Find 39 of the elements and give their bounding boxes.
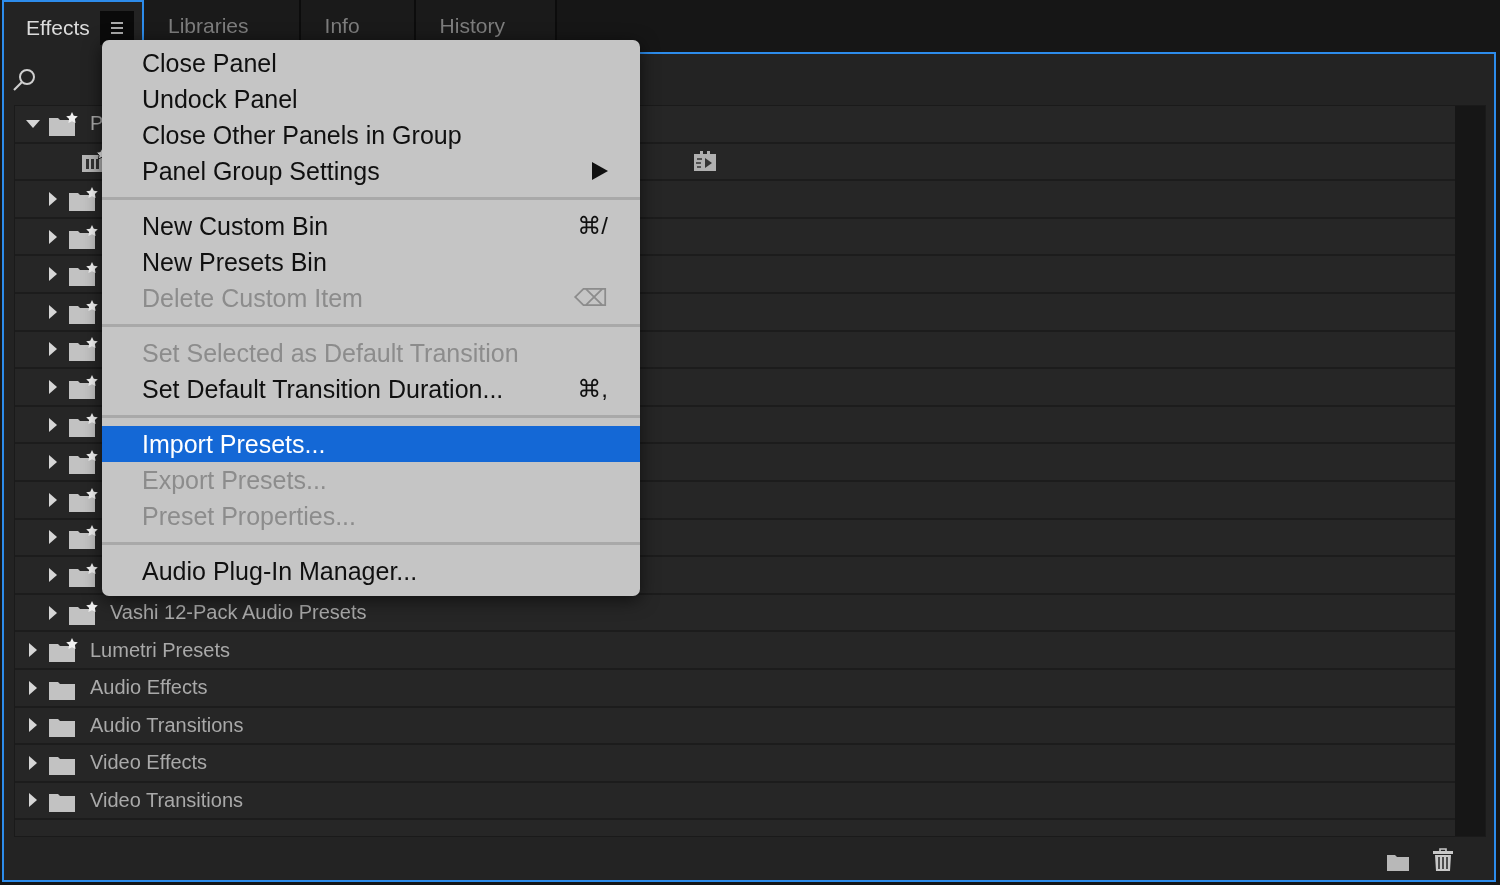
tree-item-label[interactable]: P xyxy=(90,112,104,136)
star-folder-icon xyxy=(49,111,78,136)
star-folder-icon xyxy=(69,450,98,475)
menu-item[interactable]: New Custom Bin ⌘/ xyxy=(102,208,640,244)
shortcut-label: ⌘, xyxy=(577,375,608,403)
star-folder-icon xyxy=(69,337,98,362)
star-folder-icon xyxy=(69,224,98,249)
menu-icon xyxy=(109,21,124,35)
menu-item[interactable]: Import Presets... xyxy=(102,426,640,462)
new-folder-button[interactable] xyxy=(1386,852,1410,872)
star-folder-icon xyxy=(69,525,98,550)
tree-item-label[interactable]: Video Effects xyxy=(90,751,208,775)
trash-icon[interactable] xyxy=(1432,848,1454,872)
panel-menu-button[interactable] xyxy=(99,11,134,45)
star-folder-icon xyxy=(69,187,98,211)
star-folder-icon xyxy=(69,562,98,587)
star-folder-icon xyxy=(69,412,98,437)
preset-badge-icon xyxy=(693,150,717,173)
search-icon[interactable] xyxy=(12,66,38,93)
menu-item[interactable]: Close Other Panels in Group xyxy=(102,117,640,153)
star-folder-icon xyxy=(69,487,98,512)
star-folder-icon xyxy=(69,600,98,625)
menu-item[interactable]: Set Default Transition Duration... ⌘, xyxy=(102,371,640,407)
tree-item-label[interactable]: Audio Transitions xyxy=(90,713,244,737)
menu-item[interactable]: New Presets Bin xyxy=(102,244,640,280)
tree-item-label[interactable]: Lumetri Presets xyxy=(90,638,231,662)
menu-item[interactable]: Undock Panel xyxy=(102,81,640,117)
tree-item-label[interactable]: Video Transitions xyxy=(90,789,244,812)
panel-tab[interactable]: Effects xyxy=(2,0,144,54)
tree-item-label[interactable]: Vashi 12-Pack Audio Presets xyxy=(110,601,367,624)
tree-item-label[interactable]: Audio Effects xyxy=(90,676,208,700)
menu-item[interactable]: Panel Group Settings xyxy=(102,153,640,189)
menu-item[interactable]: Audio Plug-In Manager... xyxy=(102,553,640,589)
star-folder-icon xyxy=(69,374,98,399)
star-folder-icon xyxy=(49,638,78,663)
shortcut-label: ⌫ xyxy=(574,284,608,312)
star-folder-icon xyxy=(69,299,98,324)
shortcut-label: ⌘/ xyxy=(577,212,608,240)
star-folder-icon xyxy=(69,262,98,287)
